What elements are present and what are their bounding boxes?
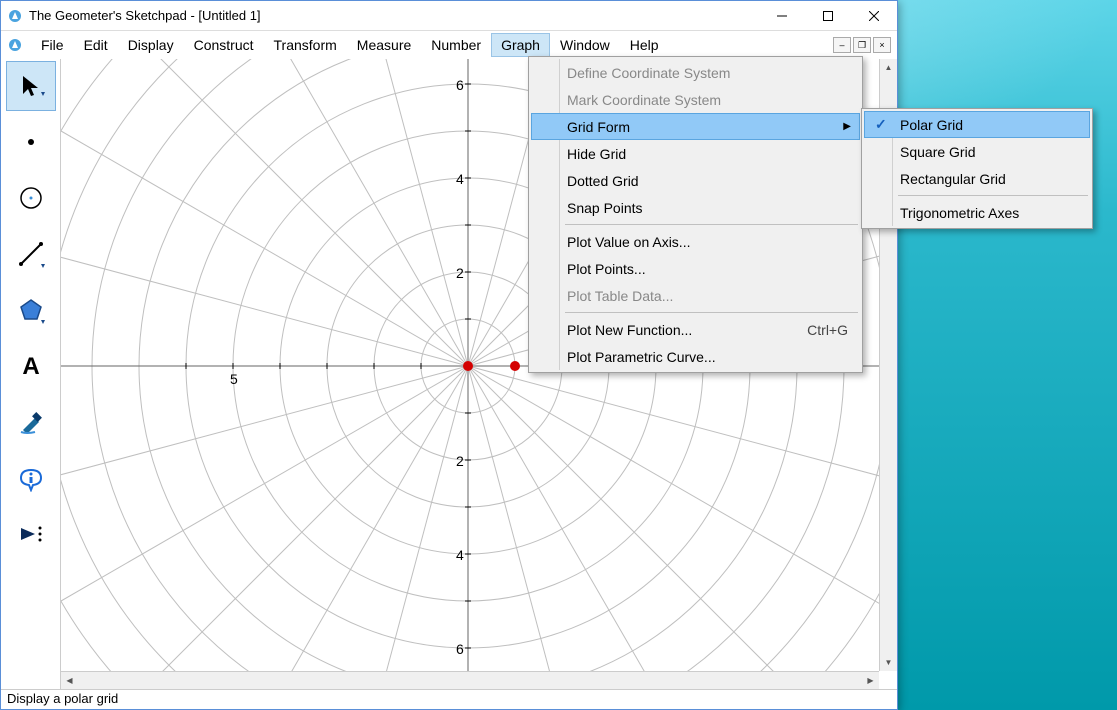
arrow-tool[interactable] [6, 61, 56, 111]
point-tool[interactable] [6, 117, 56, 167]
axis-tick-y4: 4 [456, 171, 464, 187]
scroll-down-arrow[interactable]: ▼ [880, 654, 897, 671]
info-tool[interactable] [6, 453, 56, 503]
menu-snap-points[interactable]: Snap Points [531, 194, 860, 221]
submenu-polar-label: Polar Grid [900, 117, 963, 133]
menu-mark-cs[interactable]: Mark Coordinate System [531, 86, 860, 113]
compass-tool[interactable] [6, 173, 56, 223]
menu-separator [565, 224, 858, 225]
axis-tick-r5: 5 [230, 371, 238, 387]
menu-plot-new-func[interactable]: Plot New Function... Ctrl+G [531, 316, 860, 343]
menu-file[interactable]: File [31, 33, 74, 57]
scroll-left-arrow[interactable]: ◀ [61, 672, 78, 689]
submenu-rectangular-grid[interactable]: Rectangular Grid [864, 165, 1090, 192]
polygon-tool[interactable] [6, 285, 56, 335]
menu-plot-table[interactable]: Plot Table Data... [531, 282, 860, 309]
menubar: File Edit Display Construct Transform Me… [1, 31, 897, 59]
mdi-controls: – ❐ × [833, 37, 891, 53]
menu-plot-points[interactable]: Plot Points... [531, 255, 860, 282]
doc-icon [7, 37, 23, 53]
menu-number[interactable]: Number [421, 33, 491, 57]
menu-help[interactable]: Help [620, 33, 669, 57]
menu-define-cs[interactable]: Define Coordinate System [531, 59, 860, 86]
menu-plot-new-func-label: Plot New Function... [567, 322, 692, 338]
submenu-polar-grid[interactable]: ✓ Polar Grid [864, 111, 1090, 138]
menu-measure[interactable]: Measure [347, 33, 421, 57]
custom-tool[interactable] [6, 509, 56, 559]
scroll-up-arrow[interactable]: ▲ [880, 59, 897, 76]
mdi-minimize[interactable]: – [833, 37, 851, 53]
axis-tick-y2: 2 [456, 265, 464, 281]
line-tool[interactable] [6, 229, 56, 279]
menu-construct[interactable]: Construct [184, 33, 264, 57]
app-icon [7, 8, 23, 24]
unit-point[interactable] [510, 361, 520, 371]
statusbar: Display a polar grid [1, 689, 897, 709]
menu-grid-form-label: Grid Form [567, 119, 630, 135]
menu-grid-form[interactable]: Grid Form ▶ [531, 113, 860, 140]
graph-dropdown-menu: Define Coordinate System Mark Coordinate… [528, 56, 863, 373]
text-tool[interactable]: A [6, 341, 56, 391]
menu-display[interactable]: Display [118, 33, 184, 57]
maximize-button[interactable] [805, 1, 851, 30]
menu-dotted-grid[interactable]: Dotted Grid [531, 167, 860, 194]
menu-hide-grid[interactable]: Hide Grid [531, 140, 860, 167]
axis-tick-ny2: 2 [456, 453, 464, 469]
axis-tick-ny4: 4 [456, 547, 464, 563]
menu-transform[interactable]: Transform [264, 33, 347, 57]
origin-point[interactable] [463, 361, 473, 371]
horizontal-scrollbar[interactable]: ◀ ▶ [61, 671, 879, 689]
menu-shortcut: Ctrl+G [807, 322, 848, 338]
submenu-square-grid[interactable]: Square Grid [864, 138, 1090, 165]
grid-form-submenu: ✓ Polar Grid Square Grid Rectangular Gri… [861, 108, 1093, 229]
window-title: The Geometer's Sketchpad - [Untitled 1] [29, 8, 759, 23]
svg-text:A: A [22, 353, 39, 380]
submenu-trig-axes[interactable]: Trigonometric Axes [864, 199, 1090, 226]
mdi-close[interactable]: × [873, 37, 891, 53]
mdi-restore[interactable]: ❐ [853, 37, 871, 53]
check-icon: ✓ [875, 116, 887, 133]
menu-edit[interactable]: Edit [74, 33, 118, 57]
minimize-button[interactable] [759, 1, 805, 30]
titlebar[interactable]: The Geometer's Sketchpad - [Untitled 1] [1, 1, 897, 31]
menu-separator [565, 312, 858, 313]
menu-graph[interactable]: Graph [491, 33, 550, 57]
menu-plot-param[interactable]: Plot Parametric Curve... [531, 343, 860, 370]
menu-window[interactable]: Window [550, 33, 620, 57]
marker-tool[interactable] [6, 397, 56, 447]
close-button[interactable] [851, 1, 897, 30]
menu-separator [898, 195, 1088, 196]
axis-tick-ny6: 6 [456, 641, 464, 657]
axis-tick-y6: 6 [456, 77, 464, 93]
window-controls [759, 1, 897, 30]
scroll-right-arrow[interactable]: ▶ [862, 672, 879, 689]
toolbox: A [1, 59, 61, 689]
menu-plot-value[interactable]: Plot Value on Axis... [531, 228, 860, 255]
submenu-arrow-icon: ▶ [843, 121, 851, 132]
